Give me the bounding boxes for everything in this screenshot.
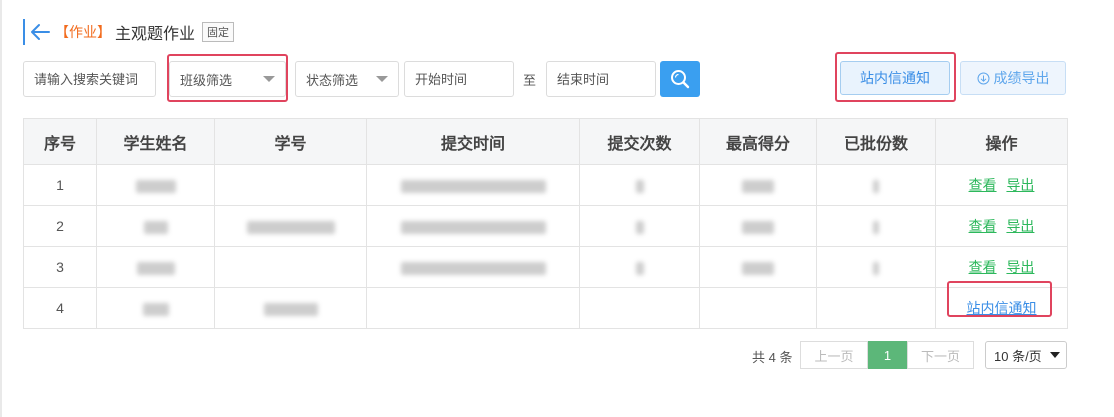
page-1-button[interactable]: 1 <box>868 341 907 369</box>
start-time-input[interactable] <box>404 61 514 97</box>
table-row: 3 查看 导出 <box>23 246 1068 288</box>
page-left-border <box>0 0 2 417</box>
row-actions: 站内信通知 <box>935 287 1068 329</box>
end-time-input[interactable] <box>546 61 656 97</box>
column-header-submit-count: 提交次数 <box>579 118 700 165</box>
page-title: 主观题作业 <box>115 26 196 43</box>
highest-score-redacted <box>699 164 817 206</box>
submit-time-cell <box>366 287 580 329</box>
row-index: 1 <box>23 164 97 206</box>
table-row: 2 查看 导出 <box>23 205 1068 247</box>
student-id-redacted <box>214 205 367 247</box>
graded-count-redacted <box>816 205 936 247</box>
end-time-field[interactable] <box>547 71 655 87</box>
student-id-redacted <box>214 246 367 288</box>
view-link[interactable]: 查看 <box>969 218 997 234</box>
chevron-down-icon <box>376 76 388 82</box>
table-row: 1 查看 导出 <box>23 164 1068 206</box>
status-filter-label: 状态筛选 <box>306 72 359 88</box>
student-id-redacted <box>214 287 367 329</box>
submissions-table: 序号 学生姓名 学号 提交时间 提交次数 最高得分 已批份数 操作 1 查看 导… <box>23 118 1068 329</box>
submit-count-redacted <box>579 164 700 206</box>
column-header-index: 序号 <box>23 118 97 165</box>
graded-count-redacted <box>816 246 936 288</box>
column-header-student-name: 学生姓名 <box>96 118 215 165</box>
column-header-highest-score: 最高得分 <box>699 118 817 165</box>
row-index: 4 <box>23 287 97 329</box>
column-header-actions: 操作 <box>935 118 1068 165</box>
highest-score-cell <box>699 287 817 329</box>
submit-time-redacted <box>366 246 580 288</box>
row-index: 2 <box>23 205 97 247</box>
notify-button[interactable]: 站内信通知 <box>840 61 950 95</box>
keyword-search-input[interactable] <box>23 61 156 97</box>
row-actions: 查看 导出 <box>935 164 1068 206</box>
student-id-redacted <box>214 164 367 206</box>
next-page-button[interactable]: 下一页 <box>907 341 974 369</box>
submit-time-redacted <box>366 205 580 247</box>
back-arrow-icon[interactable] <box>29 21 51 43</box>
class-filter-select[interactable]: 班级筛选 <box>169 61 286 97</box>
submit-count-cell <box>579 287 700 329</box>
export-link[interactable]: 导出 <box>1006 177 1034 193</box>
prev-page-button[interactable]: 上一页 <box>800 341 868 369</box>
highest-score-redacted <box>699 246 817 288</box>
assignment-type-tag: 【作业】 <box>55 24 111 40</box>
search-button[interactable] <box>660 61 700 97</box>
column-header-graded-count: 已批份数 <box>816 118 936 165</box>
keyword-input-field[interactable] <box>24 71 155 87</box>
row-actions: 查看 导出 <box>935 205 1068 247</box>
graded-count-cell <box>816 287 936 329</box>
date-range-separator: 至 <box>523 73 537 88</box>
student-name-redacted <box>96 246 215 288</box>
header-accent-bar <box>23 19 25 45</box>
table-row: 4 站内信通知 <box>23 287 1068 329</box>
export-scores-button[interactable]: 成绩导出 <box>960 61 1066 95</box>
view-link[interactable]: 查看 <box>969 177 997 193</box>
table-header-row: 序号 学生姓名 学号 提交时间 提交次数 最高得分 已批份数 操作 <box>23 118 1068 165</box>
column-header-student-id: 学号 <box>214 118 367 165</box>
row-actions: 查看 导出 <box>935 246 1068 288</box>
page-header: 【作业】 主观题作业 固定 <box>23 18 235 46</box>
row-index: 3 <box>23 246 97 288</box>
submit-count-redacted <box>579 246 700 288</box>
search-icon <box>671 70 690 89</box>
column-header-submit-time: 提交时间 <box>366 118 580 165</box>
view-link[interactable]: 查看 <box>969 259 997 275</box>
student-name-redacted <box>96 164 215 206</box>
export-scores-label: 成绩导出 <box>993 70 1050 86</box>
row-notify-link[interactable]: 站内信通知 <box>967 300 1037 316</box>
student-name-redacted <box>96 287 215 329</box>
export-link[interactable]: 导出 <box>1006 218 1034 234</box>
submit-time-redacted <box>366 164 580 206</box>
page-size-value: 10 条/页 <box>994 348 1042 364</box>
chevron-down-icon <box>263 76 275 82</box>
fixed-badge: 固定 <box>202 22 235 42</box>
highest-score-redacted <box>699 205 817 247</box>
page-size-select[interactable]: 10 条/页 <box>985 341 1067 369</box>
start-time-field[interactable] <box>405 71 513 87</box>
student-name-redacted <box>96 205 215 247</box>
submit-count-redacted <box>579 205 700 247</box>
total-count: 共 4 条 <box>752 350 793 365</box>
graded-count-redacted <box>816 164 936 206</box>
export-link[interactable]: 导出 <box>1006 259 1034 275</box>
chevron-down-icon <box>1050 352 1060 358</box>
status-filter-select[interactable]: 状态筛选 <box>295 61 399 97</box>
download-circle-icon <box>977 72 989 84</box>
class-filter-label: 班级筛选 <box>180 72 233 88</box>
